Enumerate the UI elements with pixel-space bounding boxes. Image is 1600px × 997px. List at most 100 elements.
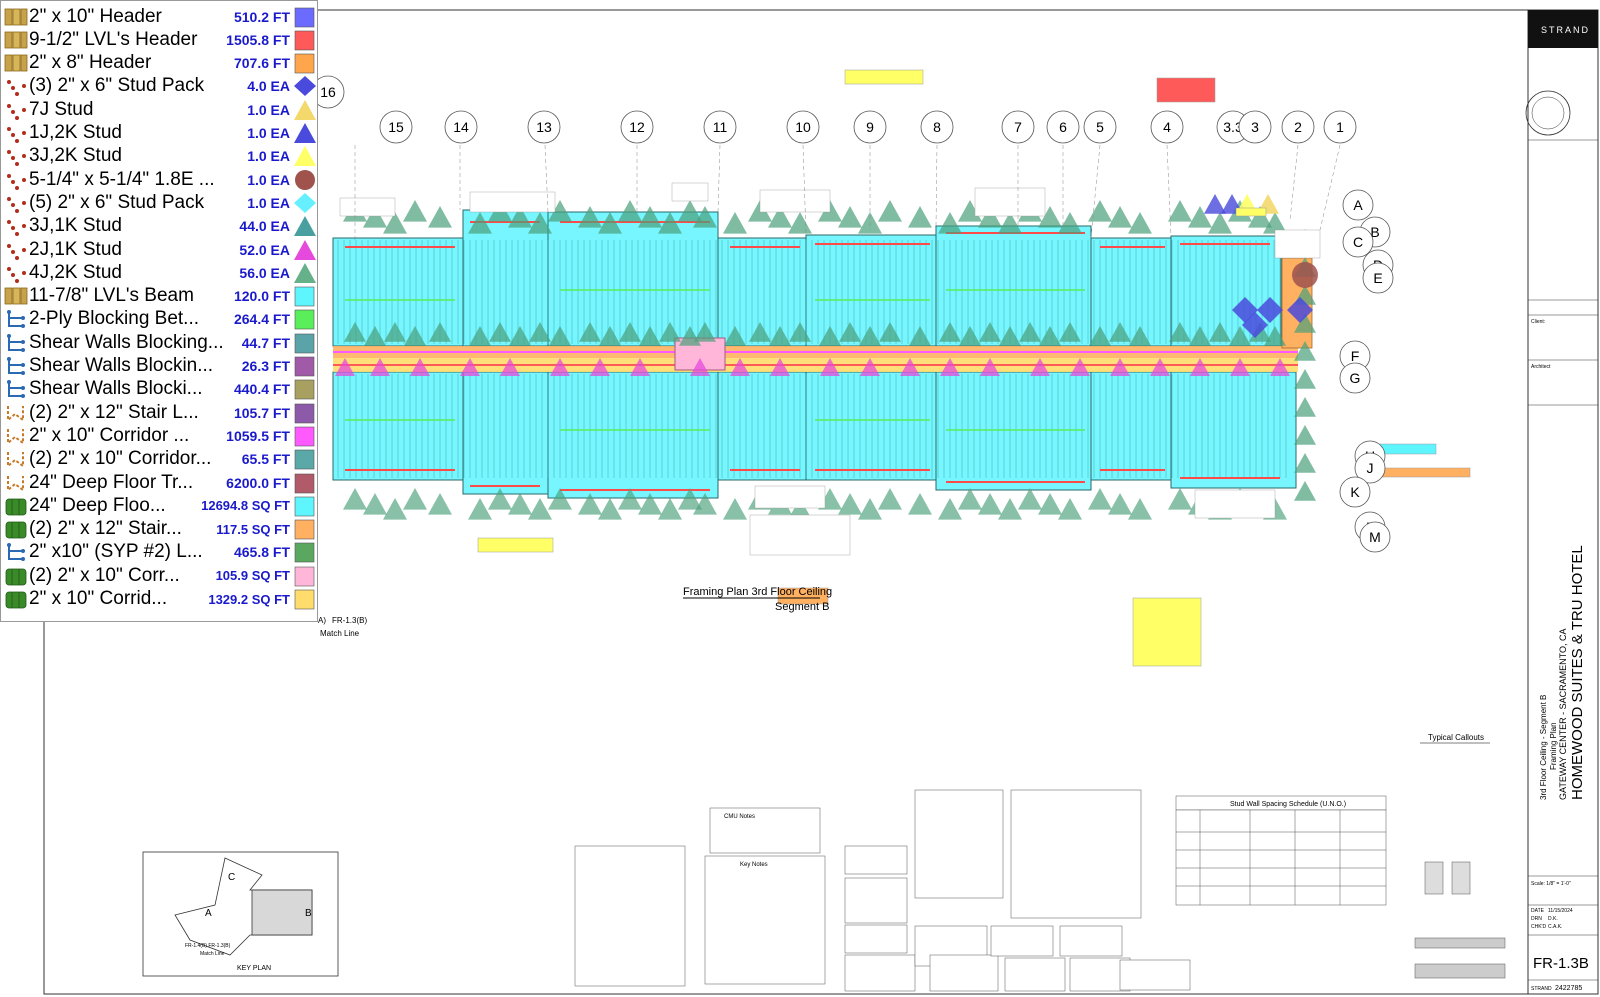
legend-item[interactable]: (2) 2" x 12" Stair L... 105.7 FT bbox=[3, 401, 317, 424]
legend-item[interactable]: 24" Deep Floor Tr... 6200.0 FT bbox=[3, 471, 317, 494]
callout-note bbox=[477, 537, 554, 553]
legend-item-name: (2) 2" x 12" Stair... bbox=[29, 518, 182, 540]
legend-item[interactable]: 2" x 8" Header 707.6 FT bbox=[3, 52, 317, 75]
stud-marker bbox=[363, 493, 387, 515]
grid-line bbox=[935, 144, 938, 227]
legend-item[interactable]: (2) 2" x 12" Stair... 117.5 SQ FT bbox=[3, 518, 317, 541]
legend-item-name: 2" x10" (SYP #2) L... bbox=[29, 541, 203, 563]
dots-icon bbox=[3, 192, 29, 214]
svg-text:STRAND: STRAND bbox=[1531, 986, 1552, 992]
legend-item-name: 9-1/2" LVL's Header bbox=[29, 28, 198, 50]
dots-icon bbox=[3, 239, 29, 261]
legend-item[interactable]: 1J,2K Stud 1.0 EA bbox=[3, 122, 317, 145]
legend-item[interactable]: (3) 2" x 6" Stud Pack 4.0 EA bbox=[3, 75, 317, 98]
legend-item[interactable]: 5-1/4" x 5-1/4" 1.8E ... 1.0 EA bbox=[3, 168, 317, 191]
legend-item[interactable]: Shear Walls Blocki... 440.4 FT bbox=[3, 378, 317, 401]
legend-item-name: Shear Walls Blocki... bbox=[29, 378, 203, 400]
legend-symbol-square-icon bbox=[293, 402, 317, 424]
text-note bbox=[339, 197, 396, 217]
legend-symbol-square-icon bbox=[293, 425, 317, 447]
grid-bubble-label: 1 bbox=[1336, 119, 1344, 135]
svg-text:KEY PLAN: KEY PLAN bbox=[237, 965, 271, 972]
legend-item-name: 24" Deep Floor Tr... bbox=[29, 471, 194, 493]
legend-item-quantity: 105.7 FT bbox=[233, 404, 290, 421]
legend-item[interactable]: Shear Walls Blocking... 44.7 FT bbox=[3, 331, 317, 354]
grid-bubble-label: 14 bbox=[453, 119, 469, 135]
stud-marker bbox=[788, 212, 812, 234]
legend-item[interactable]: Shear Walls Blockin... 26.3 FT bbox=[3, 355, 317, 378]
grid-bubble-label: 3 bbox=[1251, 119, 1259, 135]
grid-bubble-label: 9 bbox=[866, 119, 874, 135]
svg-text:C: C bbox=[228, 872, 235, 883]
svg-text:Typical Callouts: Typical Callouts bbox=[1428, 733, 1484, 742]
svg-text:Match Line: Match Line bbox=[320, 629, 360, 638]
legend-item[interactable]: (2) 2" x 10" Corridor... 65.5 FT bbox=[3, 448, 317, 471]
stud-marker bbox=[723, 212, 747, 234]
grid-bubble-label: 13 bbox=[536, 119, 552, 135]
legend-symbol-triangle-icon bbox=[293, 215, 317, 237]
grid-line bbox=[1166, 144, 1172, 237]
stud-marker bbox=[1294, 425, 1316, 445]
stud-marker bbox=[1128, 212, 1152, 234]
path-icon bbox=[3, 332, 29, 354]
svg-text:C.A.K.: C.A.K. bbox=[1548, 924, 1562, 930]
legend-item-quantity: 120.0 FT bbox=[233, 288, 290, 305]
text-note bbox=[1194, 489, 1276, 519]
legend-item[interactable]: 7J Stud 1.0 EA bbox=[3, 98, 317, 121]
legend-symbol-triangle-icon bbox=[293, 239, 317, 261]
floor-truss-area bbox=[1170, 371, 1297, 489]
legend-item-name: 2-Ply Blocking Bet... bbox=[29, 308, 200, 330]
grid-bubble-label: F bbox=[1351, 348, 1360, 364]
legend-item[interactable]: 4J,2K Stud 56.0 EA bbox=[3, 261, 317, 284]
grid-bubble-label: 2 bbox=[1294, 119, 1302, 135]
legend-item[interactable]: 11-7/8" LVL's Beam 120.0 FT bbox=[3, 285, 317, 308]
legend-item[interactable]: 3J,2K Stud 1.0 EA bbox=[3, 145, 317, 168]
markup-legend-panel: 2" x 10" Header 510.2 FT 9-1/2" LVL's Head… bbox=[0, 0, 318, 622]
grid-line bbox=[717, 144, 721, 213]
stud-marker bbox=[383, 498, 407, 520]
stud-marker bbox=[1058, 498, 1082, 520]
legend-item[interactable]: 2" x 10" Header 510.2 FT bbox=[3, 5, 317, 28]
stud-marker bbox=[508, 493, 532, 515]
svg-text:Scale: 1/8" = 1'-0": Scale: 1/8" = 1'-0" bbox=[1531, 881, 1571, 887]
legend-item[interactable]: 2" x 10" Corridor ... 1059.5 FT bbox=[3, 424, 317, 447]
legend-item-quantity: 26.3 FT bbox=[241, 358, 290, 374]
svg-text:B: B bbox=[305, 908, 312, 919]
legend-item-name: 4J,2K Stud bbox=[29, 261, 122, 283]
legend-item[interactable]: (5) 2" x 6" Stud Pack 1.0 EA bbox=[3, 191, 317, 214]
legend-item-name: (2) 2" x 12" Stair L... bbox=[29, 401, 199, 423]
text-note bbox=[469, 191, 556, 213]
text-note bbox=[671, 182, 709, 202]
callout-note bbox=[1156, 77, 1216, 103]
folder-icon bbox=[3, 6, 29, 28]
svg-text:D.K.: D.K. bbox=[1548, 916, 1558, 922]
stud-marker bbox=[908, 206, 932, 228]
svg-text:FR-1.3B: FR-1.3B bbox=[1533, 955, 1589, 972]
folder-icon bbox=[3, 285, 29, 307]
path-icon bbox=[3, 541, 29, 563]
legend-item[interactable]: 2" x 10" Corrid... 1329.2 SQ FT bbox=[3, 588, 317, 611]
svg-text:CHK'D: CHK'D bbox=[1531, 924, 1547, 930]
legend-item[interactable]: 3J,1K Stud 44.0 EA bbox=[3, 215, 317, 238]
stud-marker bbox=[343, 488, 367, 510]
legend-symbol-square-icon bbox=[293, 285, 317, 307]
legend-item[interactable]: 2-Ply Blocking Bet... 264.4 FT bbox=[3, 308, 317, 331]
path-icon bbox=[3, 355, 29, 377]
legend-item[interactable]: 24" Deep Floo... 12694.8 SQ FT bbox=[3, 494, 317, 517]
legend-item[interactable]: 9-1/2" LVL's Header 1505.8 FT bbox=[3, 28, 317, 51]
stud-marker bbox=[1088, 200, 1112, 222]
path-orange-icon bbox=[3, 472, 29, 494]
grid-bubble-label: G bbox=[1350, 370, 1361, 386]
legend-item[interactable]: 2J,1K Stud 52.0 EA bbox=[3, 238, 317, 261]
floor-truss-area bbox=[935, 371, 1092, 491]
legend-item-quantity: 440.4 FT bbox=[233, 381, 290, 398]
grid-bubble-label: J bbox=[1367, 460, 1374, 476]
grid-bubble-label: 10 bbox=[795, 119, 811, 135]
legend-item-quantity: 12694.8 SQ FT bbox=[201, 498, 290, 514]
grid-bubble-label: 11 bbox=[713, 119, 728, 135]
legend-symbol-circle-icon bbox=[293, 169, 317, 191]
legend-item[interactable]: 2" x10" (SYP #2) L... 465.8 FT bbox=[3, 541, 317, 564]
dots-icon bbox=[3, 75, 29, 97]
floor-truss-area bbox=[462, 371, 549, 495]
legend-item[interactable]: (2) 2" x 10" Corr... 105.9 SQ FT bbox=[3, 564, 317, 587]
